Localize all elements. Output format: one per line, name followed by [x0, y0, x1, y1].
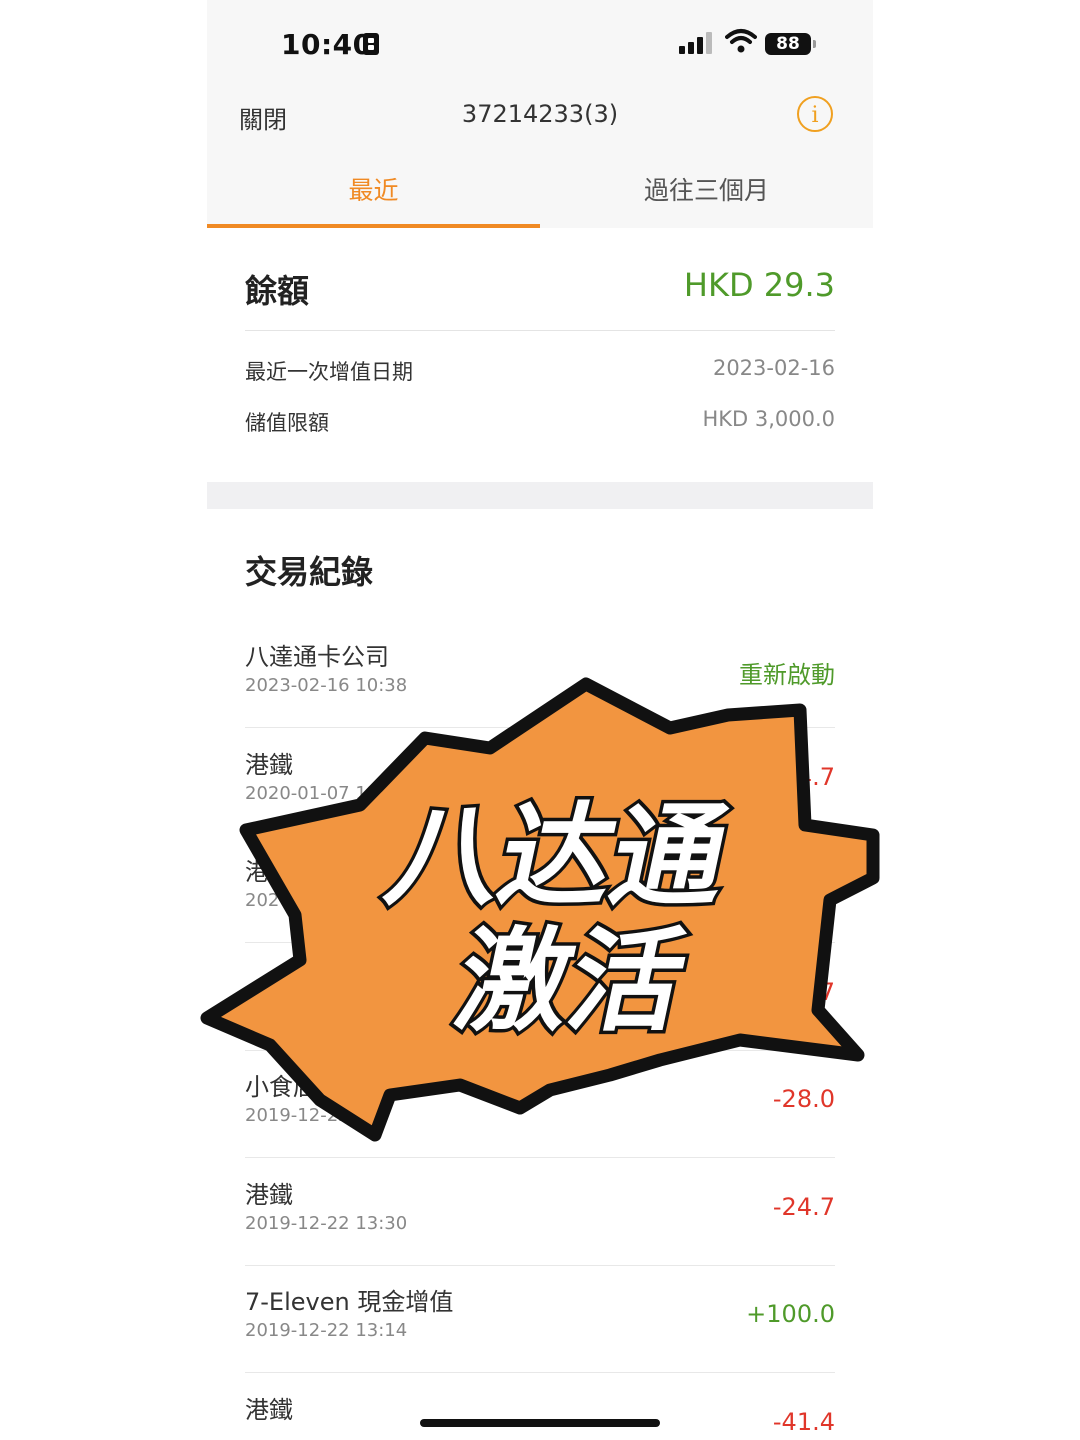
- card-number-title: 37214233(3): [461, 100, 619, 128]
- status-bar: 10:40 88: [207, 0, 873, 90]
- transaction-merchant: 港鐵: [245, 1180, 293, 1209]
- id-card-icon: [363, 33, 379, 55]
- transaction-merchant: 小食店: [245, 1073, 317, 1101]
- tab-recent[interactable]: 最近: [207, 166, 540, 228]
- transaction-amount: -41.4: [772, 1407, 835, 1436]
- battery-icon: 88: [765, 33, 816, 55]
- transaction-amount: -24.7: [772, 1192, 835, 1221]
- transaction-merchant: 港鐵: [245, 750, 293, 779]
- section-separator: [207, 482, 873, 509]
- transaction-amount: 重新啟動: [739, 661, 835, 689]
- wifi-icon: [725, 29, 757, 53]
- info-icon[interactable]: i: [797, 96, 833, 132]
- tab-past-three-months-label: 過往三個月: [643, 176, 769, 205]
- transaction-row[interactable]: 港鐵 -41.4: [245, 1374, 835, 1440]
- balance-label: 餘額: [245, 272, 310, 310]
- nav-bar: 關閉 37214233(3) i: [207, 90, 873, 146]
- phone-screen: 10:40 88 關閉 37214233(3) i 最近 過往三個月 餘額 HK…: [207, 0, 873, 1440]
- last-topup-date: 2023-02-16: [712, 356, 835, 380]
- transaction-merchant: 7-Eleven 現金增值: [245, 1288, 454, 1316]
- tab-past-three-months[interactable]: 過往三個月: [540, 166, 873, 228]
- transaction-row[interactable]: 7-Eleven 現金增值 2019-12-22 13:14 +100.0: [245, 1266, 835, 1373]
- last-topup-label: 最近一次增值日期: [245, 360, 413, 384]
- home-indicator[interactable]: [420, 1419, 660, 1427]
- status-time: 10:40: [281, 28, 373, 61]
- transaction-row[interactable]: 港鐵 2020: [245, 836, 835, 943]
- transactions-heading: 交易紀錄: [245, 553, 374, 591]
- stored-value-limit-value: HKD 3,000.0: [702, 407, 835, 431]
- transaction-merchant: 八達通卡公司: [245, 643, 389, 671]
- transaction-date: 2020-01-07 13:3: [245, 782, 396, 804]
- tab-recent-label: 最近: [348, 176, 399, 205]
- transaction-section: 交易紀錄 八達通卡公司 2023-02-16 10:38 重新啟動港鐵 2020-01…: [207, 509, 873, 1440]
- transaction-row[interactable]: 港鐵 2020-01-07 13:3 4.7: [245, 729, 835, 836]
- balance-section: 餘額 HKD 29.3 最近一次增值日期 2023-02-16 儲值限額 HKD…: [207, 228, 873, 482]
- transaction-date: 2020: [245, 890, 291, 911]
- transaction-date: 2019-12-22 1: [245, 1105, 367, 1126]
- transaction-amount: 7: [819, 977, 835, 1006]
- transaction-amount: 4.7: [796, 762, 835, 791]
- transaction-row[interactable]: 港鐵 2019-12-22 13:30 -24.7: [245, 1159, 835, 1266]
- transaction-date: 2019-12-22 13:14: [245, 1320, 408, 1341]
- transaction-date: 2019-12-22 13:30: [245, 1212, 408, 1234]
- divider: [245, 330, 835, 331]
- transaction-row[interactable]: 八達通卡公司 2023-02-16 10:38 重新啟動: [245, 621, 835, 728]
- transaction-amount: -28.0: [772, 1085, 835, 1113]
- transaction-row[interactable]: 小食店 2019-12-22 1 -28.0: [245, 1051, 835, 1158]
- cellular-signal-icon: [679, 32, 715, 54]
- transaction-row[interactable]: 7: [245, 944, 835, 1051]
- stored-value-limit-label: 儲值限額: [245, 411, 329, 435]
- period-tabs: 最近 過往三個月: [207, 166, 873, 228]
- transaction-date: 2023-02-16 10:38: [245, 675, 408, 696]
- close-button[interactable]: 關閉: [239, 100, 287, 135]
- transaction-merchant: 港鐵: [245, 858, 293, 886]
- transaction-amount: +100.0: [746, 1300, 835, 1328]
- balance-value: HKD 29.3: [683, 266, 835, 304]
- transaction-merchant: 港鐵: [245, 1395, 293, 1424]
